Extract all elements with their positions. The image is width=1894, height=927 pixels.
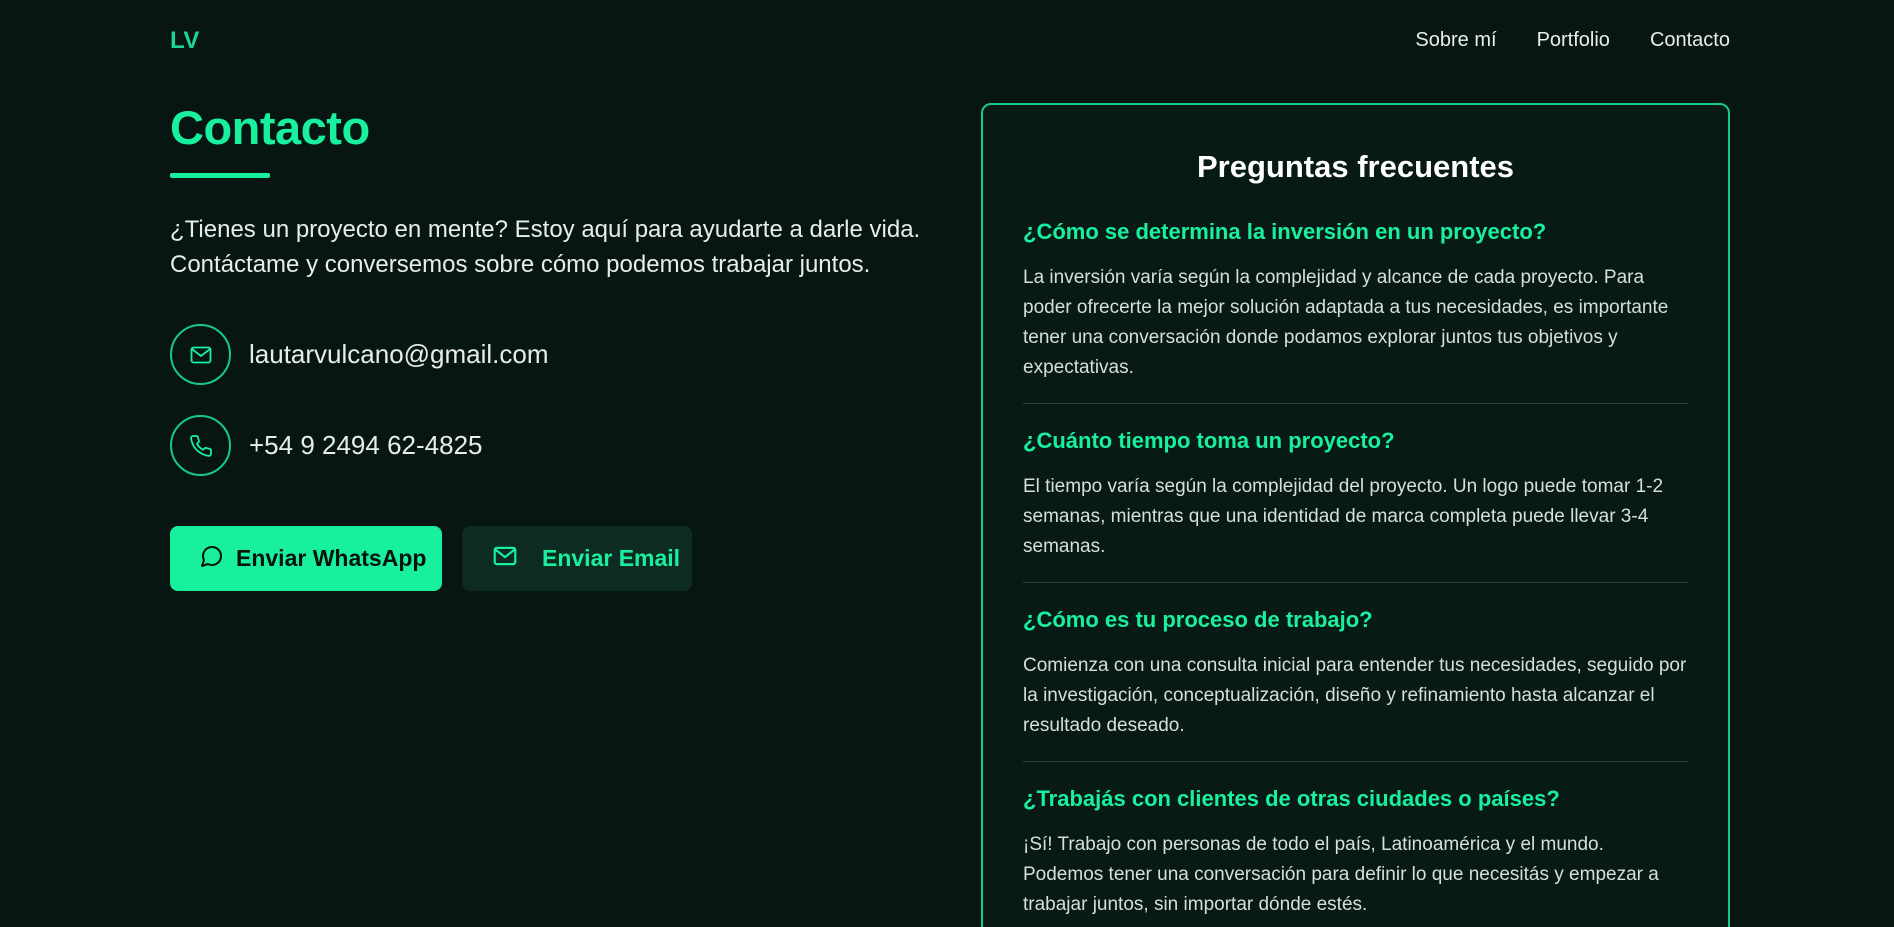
phone-icon xyxy=(170,415,231,476)
faq-answer: Comienza con una consulta inicial para e… xyxy=(1023,655,1687,736)
chat-bubble-icon xyxy=(200,544,224,574)
page-title: Contacto xyxy=(170,101,370,154)
faq-answer: El tiempo varía según la complejidad del… xyxy=(1023,476,1664,557)
faq-item: ¿Cuánto tiempo toma un proyecto? El tiem… xyxy=(1023,428,1688,583)
faq-title: Preguntas frecuentes xyxy=(1197,149,1514,184)
faq-item: ¿Cómo es tu proceso de trabajo? Comienza… xyxy=(1023,607,1688,762)
send-email-button[interactable]: Enviar Email xyxy=(462,526,692,591)
send-email-label: Enviar Email xyxy=(542,545,681,571)
phone-row: +54 9 2494 62-4825 xyxy=(170,415,950,476)
nav-link-portfolio[interactable]: Portfolio xyxy=(1537,29,1610,52)
email-address[interactable]: lautarvulcano@gmail.com xyxy=(249,339,549,370)
logo[interactable]: LV xyxy=(170,27,200,55)
nav-link-contacto[interactable]: Contacto xyxy=(1650,29,1730,52)
mail-icon xyxy=(492,543,518,575)
top-nav: LV Sobre mí Portfolio Contacto xyxy=(170,24,1730,56)
nav-links: Sobre mí Portfolio Contacto xyxy=(1415,29,1730,52)
faq-question: ¿Cuánto tiempo toma un proyecto? xyxy=(1023,428,1395,453)
page: LV Sobre mí Portfolio Contacto Contacto … xyxy=(0,0,1894,927)
contact-intro: ¿Tienes un proyecto en mente? Estoy aquí… xyxy=(170,216,921,278)
faq-question: ¿Cómo es tu proceso de trabajo? xyxy=(1023,607,1373,632)
send-whatsapp-button[interactable]: Enviar WhatsApp xyxy=(170,526,442,591)
contact-buttons: Enviar WhatsApp Enviar Email xyxy=(170,526,950,591)
faq-question: ¿Trabajás con clientes de otras ciudades… xyxy=(1023,786,1560,811)
faq-item: ¿Cómo se determina la inversión en un pr… xyxy=(1023,219,1688,404)
email-row: lautarvulcano@gmail.com xyxy=(170,324,950,385)
contact-section: Contacto ¿Tienes un proyecto en mente? E… xyxy=(170,100,950,591)
send-whatsapp-label: Enviar WhatsApp xyxy=(236,545,427,571)
title-underline xyxy=(170,173,270,178)
faq-answer: La inversión varía según la complejidad … xyxy=(1023,267,1669,378)
faq-question: ¿Cómo se determina la inversión en un pr… xyxy=(1023,219,1547,244)
faq-answer: ¡Sí! Trabajo con personas de todo el paí… xyxy=(1023,834,1659,915)
faq-item: ¿Trabajás con clientes de otras ciudades… xyxy=(1023,786,1688,927)
mail-icon xyxy=(170,324,231,385)
faq-card: Preguntas frecuentes ¿Cómo se determina … xyxy=(981,103,1730,927)
nav-link-sobre-mi[interactable]: Sobre mí xyxy=(1415,29,1496,52)
phone-number[interactable]: +54 9 2494 62-4825 xyxy=(249,430,483,461)
